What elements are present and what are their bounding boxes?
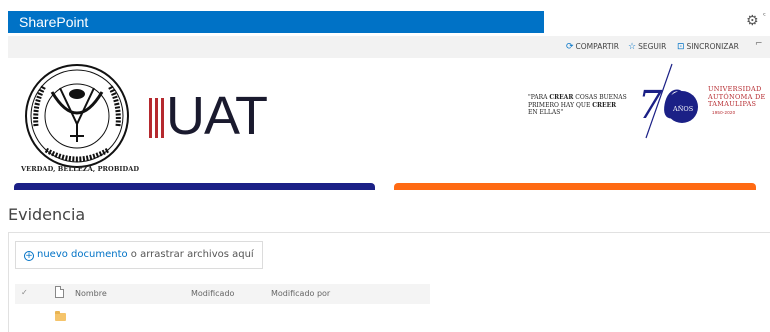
table-row[interactable] bbox=[15, 305, 430, 327]
suite-bar: SharePoint ⚙ ᶜ bbox=[0, 0, 770, 36]
motto-text: VERDAD, BELLEZA, PROBIDAD bbox=[21, 165, 140, 173]
focus-icon[interactable]: ⌐ bbox=[755, 39, 763, 49]
column-modified-by[interactable]: Modificado por bbox=[271, 289, 330, 298]
quote-text: "PARA CREAR COSAS BUENAS PRIMERO HAY QUE… bbox=[528, 94, 627, 116]
list-header: ✓ Nombre Modificado Modificado por bbox=[15, 284, 430, 304]
sync-icon: ⊡ bbox=[677, 42, 685, 52]
follow-button[interactable]: ☆ SEGUIR bbox=[628, 42, 666, 52]
folder-icon[interactable] bbox=[55, 311, 66, 321]
banner-orange-stripe bbox=[394, 183, 756, 190]
university-name: UNIVERSIDAD AUTÓNOMA DE TAMAULIPAS bbox=[708, 85, 766, 108]
column-name[interactable]: Nombre bbox=[75, 289, 107, 298]
upload-bar[interactable]: + nuevo documento o arrastrar archivos aq… bbox=[15, 241, 263, 269]
drag-files-text: o arrastrar archivos aquí bbox=[127, 249, 254, 260]
share-icon: ⟳ bbox=[566, 42, 574, 52]
uat-logo-text: UAT bbox=[166, 86, 268, 146]
sync-button[interactable]: ⊡ SINCRONIZAR bbox=[677, 42, 739, 52]
page-title: Evidencia bbox=[8, 205, 86, 224]
help-icon[interactable]: ᶜ bbox=[763, 11, 766, 20]
anniversary-logo: 70 AÑOS bbox=[638, 63, 698, 139]
star-icon: ☆ bbox=[628, 42, 637, 52]
share-button[interactable]: ⟳ COMPARTIR bbox=[566, 42, 619, 52]
svg-text:AÑOS: AÑOS bbox=[672, 104, 693, 113]
sharepoint-brand[interactable]: SharePoint bbox=[8, 11, 544, 33]
university-seal-logo bbox=[25, 64, 129, 168]
new-document-link[interactable]: nuevo documento bbox=[37, 249, 128, 260]
action-bar: ⟳ COMPARTIR ☆ SEGUIR ⊡ SINCRONIZAR ⌐ bbox=[8, 36, 770, 58]
gear-icon[interactable]: ⚙ bbox=[746, 13, 759, 29]
add-icon[interactable]: + bbox=[24, 251, 34, 261]
select-all-check-icon[interactable]: ✓ bbox=[21, 288, 28, 297]
column-modified[interactable]: Modificado bbox=[191, 289, 234, 298]
university-years: 1950-2020 bbox=[712, 110, 736, 115]
banner-blue-stripe bbox=[14, 183, 375, 190]
document-type-icon bbox=[55, 286, 64, 298]
